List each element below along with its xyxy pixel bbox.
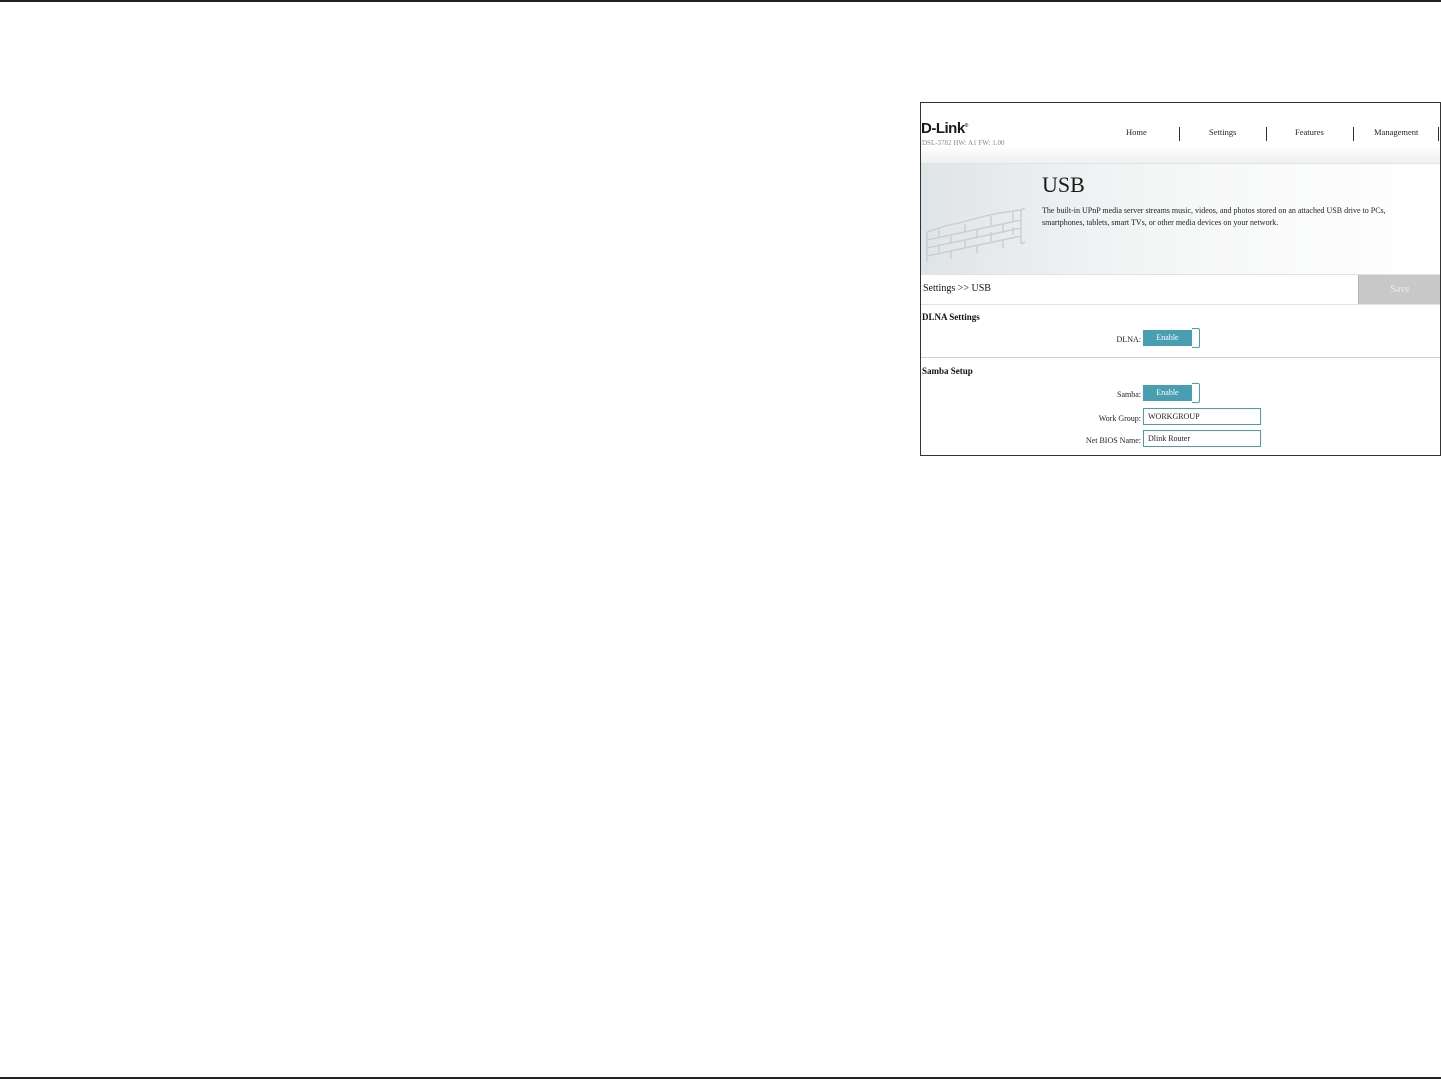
dlna-toggle[interactable]: Enable	[1143, 328, 1200, 348]
header: D-Link® DSL-3782 HW: A1 FW: 1.00 Home Se…	[921, 103, 1440, 164]
workgroup-label: Work Group:	[1098, 414, 1141, 423]
nav-home[interactable]: Home	[1126, 127, 1147, 137]
netbios-name-input[interactable]	[1143, 430, 1261, 447]
nav-features[interactable]: Features	[1295, 127, 1324, 137]
nav-separator	[1438, 127, 1439, 141]
workgroup-input[interactable]	[1143, 408, 1261, 425]
nav-management[interactable]: Management	[1374, 127, 1418, 137]
page-banner: USB The built-in UPnP media server strea…	[921, 164, 1440, 274]
page-bottom-rule	[0, 1077, 1441, 1079]
nav-separator	[1353, 127, 1354, 141]
samba-label: Samba:	[1117, 390, 1141, 399]
nav-separator	[1266, 127, 1267, 141]
samba-toggle-knob	[1192, 383, 1200, 403]
dlna-label: DLNA:	[1116, 335, 1141, 344]
main-nav: Home Settings Features Management	[921, 127, 1440, 143]
section-divider	[921, 357, 1440, 358]
nav-settings[interactable]: Settings	[1209, 127, 1236, 137]
samba-toggle[interactable]: Enable	[1143, 383, 1200, 403]
breadcrumb-bar: Settings >> USB Save	[921, 274, 1440, 305]
breadcrumb: Settings >> USB	[923, 283, 991, 294]
router-ui-screenshot: D-Link® DSL-3782 HW: A1 FW: 1.00 Home Se…	[920, 102, 1441, 456]
page-title: USB	[1042, 172, 1085, 197]
dlna-toggle-label: Enable	[1143, 330, 1192, 346]
samba-toggle-label: Enable	[1143, 385, 1192, 401]
brick-wall-icon	[926, 207, 1025, 262]
page-top-rule	[0, 0, 1441, 2]
dlna-toggle-knob	[1192, 328, 1200, 348]
save-button[interactable]: Save	[1358, 275, 1440, 304]
netbios-label: Net BIOS Name:	[1085, 436, 1141, 445]
nav-separator	[1179, 127, 1180, 141]
page-description: The built-in UPnP media server streams m…	[1042, 206, 1386, 227]
samba-section-title: Samba Setup	[922, 366, 973, 376]
dlna-section-title: DLNA Settings	[922, 312, 980, 322]
